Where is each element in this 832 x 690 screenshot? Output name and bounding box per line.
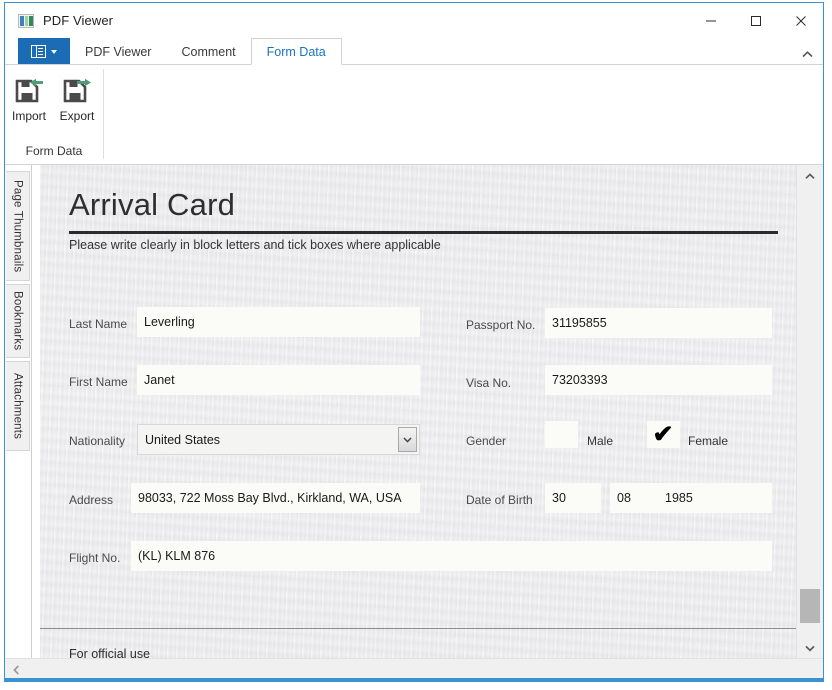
checkbox-male[interactable] bbox=[545, 421, 578, 448]
window-controls bbox=[688, 3, 823, 38]
file-menu-icon bbox=[31, 45, 46, 58]
export-button[interactable]: Export bbox=[53, 71, 101, 123]
content-area: Page Thumbnails Bookmarks Attachments Ar… bbox=[5, 165, 823, 681]
value-nationality: United States bbox=[145, 432, 221, 447]
dropdown-nationality[interactable]: United States bbox=[137, 424, 420, 455]
label-address: Address bbox=[69, 493, 114, 507]
input-dob-year[interactable]: 1985 bbox=[658, 483, 772, 513]
ribbon-collapse-button[interactable] bbox=[802, 50, 813, 61]
sidebar-item-label: Attachments bbox=[11, 372, 24, 440]
ribbon-group-label: Form Data bbox=[25, 144, 83, 158]
chevron-down-icon bbox=[51, 49, 57, 54]
label-female: Female bbox=[688, 434, 729, 448]
checkbox-female[interactable]: ✔ bbox=[647, 421, 680, 448]
ribbon-tab-strip: PDF Viewer Comment Form Data bbox=[5, 38, 823, 65]
value-visa-no: 73203393 bbox=[552, 373, 608, 387]
input-dob-day[interactable]: 30 bbox=[545, 483, 601, 513]
label-visa-no: Visa No. bbox=[466, 376, 512, 390]
sidebar-item-bookmarks[interactable]: Bookmarks bbox=[6, 284, 30, 358]
scroll-down-button[interactable] bbox=[797, 637, 823, 659]
maximize-icon bbox=[750, 15, 761, 26]
page-subtitle: Please write clearly in block letters an… bbox=[69, 238, 441, 252]
label-date-of-birth: Date of Birth bbox=[466, 493, 533, 507]
pdf-viewer-window: PDF Viewer PDF Viewer Comment Form Data … bbox=[4, 2, 824, 682]
export-button-label: Export bbox=[59, 109, 95, 123]
import-button[interactable]: Import bbox=[5, 71, 53, 123]
import-button-label: Import bbox=[11, 109, 46, 123]
tab-comment[interactable]: Comment bbox=[166, 40, 250, 65]
close-button[interactable] bbox=[778, 3, 823, 38]
value-dob-year: 1985 bbox=[665, 491, 693, 505]
label-passport-no: Passport No. bbox=[466, 318, 536, 332]
file-menu-button[interactable] bbox=[18, 38, 70, 65]
chevron-left-icon bbox=[12, 665, 19, 675]
input-first-name[interactable]: Janet bbox=[137, 365, 420, 395]
tab-form-data[interactable]: Form Data bbox=[250, 38, 342, 65]
minimize-icon bbox=[705, 20, 716, 21]
vertical-scroll-thumb[interactable] bbox=[800, 589, 820, 623]
value-address: 98033, 722 Moss Bay Blvd., Kirkland, WA,… bbox=[138, 491, 402, 505]
input-flight-no[interactable]: (KL) KLM 876 bbox=[131, 541, 772, 571]
input-visa-no[interactable]: 73203393 bbox=[545, 365, 772, 395]
tab-pdf-viewer[interactable]: PDF Viewer bbox=[70, 40, 166, 65]
value-last-name: Leverling bbox=[144, 315, 195, 329]
label-gender: Gender bbox=[466, 434, 507, 448]
chevron-up-icon bbox=[802, 51, 813, 58]
sidebar-item-attachments[interactable]: Attachments bbox=[6, 361, 30, 451]
label-male: Male bbox=[587, 434, 614, 448]
minimize-button[interactable] bbox=[688, 3, 733, 38]
chevron-down-icon bbox=[403, 436, 412, 443]
document-viewport[interactable]: Arrival Card Please write clearly in blo… bbox=[32, 165, 797, 681]
vertical-scrollbar[interactable] bbox=[796, 165, 823, 681]
ribbon-body: Import Export Form Data bbox=[5, 64, 823, 165]
label-last-name: Last Name bbox=[69, 317, 128, 331]
sidebar-item-page-thumbnails[interactable]: Page Thumbnails bbox=[6, 171, 30, 281]
window-title: PDF Viewer bbox=[43, 13, 114, 28]
official-use-divider bbox=[40, 628, 796, 629]
input-last-name[interactable]: Leverling bbox=[137, 307, 420, 337]
pdf-page: Arrival Card Please write clearly in blo… bbox=[40, 165, 797, 681]
checkbox-female-mark: ✔ bbox=[652, 420, 675, 448]
title-bar: PDF Viewer bbox=[5, 3, 823, 38]
sidebar-item-label: Page Thumbnails bbox=[11, 179, 24, 273]
value-dob-month: 08 bbox=[617, 491, 631, 505]
label-flight-no: Flight No. bbox=[69, 551, 121, 565]
navigation-pane-rail: Page Thumbnails Bookmarks Attachments bbox=[5, 165, 32, 681]
label-nationality: Nationality bbox=[69, 434, 126, 448]
export-floppy-icon bbox=[61, 75, 93, 105]
import-floppy-icon bbox=[13, 75, 45, 105]
dropdown-nationality-button[interactable] bbox=[398, 427, 417, 452]
sidebar-item-label: Bookmarks bbox=[11, 291, 24, 351]
value-dob-day: 30 bbox=[552, 491, 566, 505]
chevron-down-icon bbox=[805, 645, 815, 651]
title-divider bbox=[69, 231, 778, 234]
value-passport-no: 31195855 bbox=[552, 316, 607, 330]
page-title: Arrival Card bbox=[69, 187, 236, 222]
ribbon-group-form-data: Import Export Form Data bbox=[5, 65, 103, 163]
input-address[interactable]: 98033, 722 Moss Bay Blvd., Kirkland, WA,… bbox=[131, 483, 420, 513]
close-icon bbox=[795, 15, 806, 26]
value-flight-no: (KL) KLM 876 bbox=[138, 549, 216, 563]
pdf-app-icon bbox=[18, 13, 34, 28]
value-first-name: Janet bbox=[144, 373, 175, 387]
scroll-up-button[interactable] bbox=[797, 165, 823, 187]
chevron-up-icon bbox=[805, 172, 815, 179]
ribbon-group-divider bbox=[103, 69, 104, 159]
label-first-name: First Name bbox=[69, 375, 128, 389]
maximize-button[interactable] bbox=[733, 3, 778, 38]
window-accent-bar bbox=[5, 678, 823, 681]
input-passport-no[interactable]: 31195855 bbox=[545, 308, 772, 338]
